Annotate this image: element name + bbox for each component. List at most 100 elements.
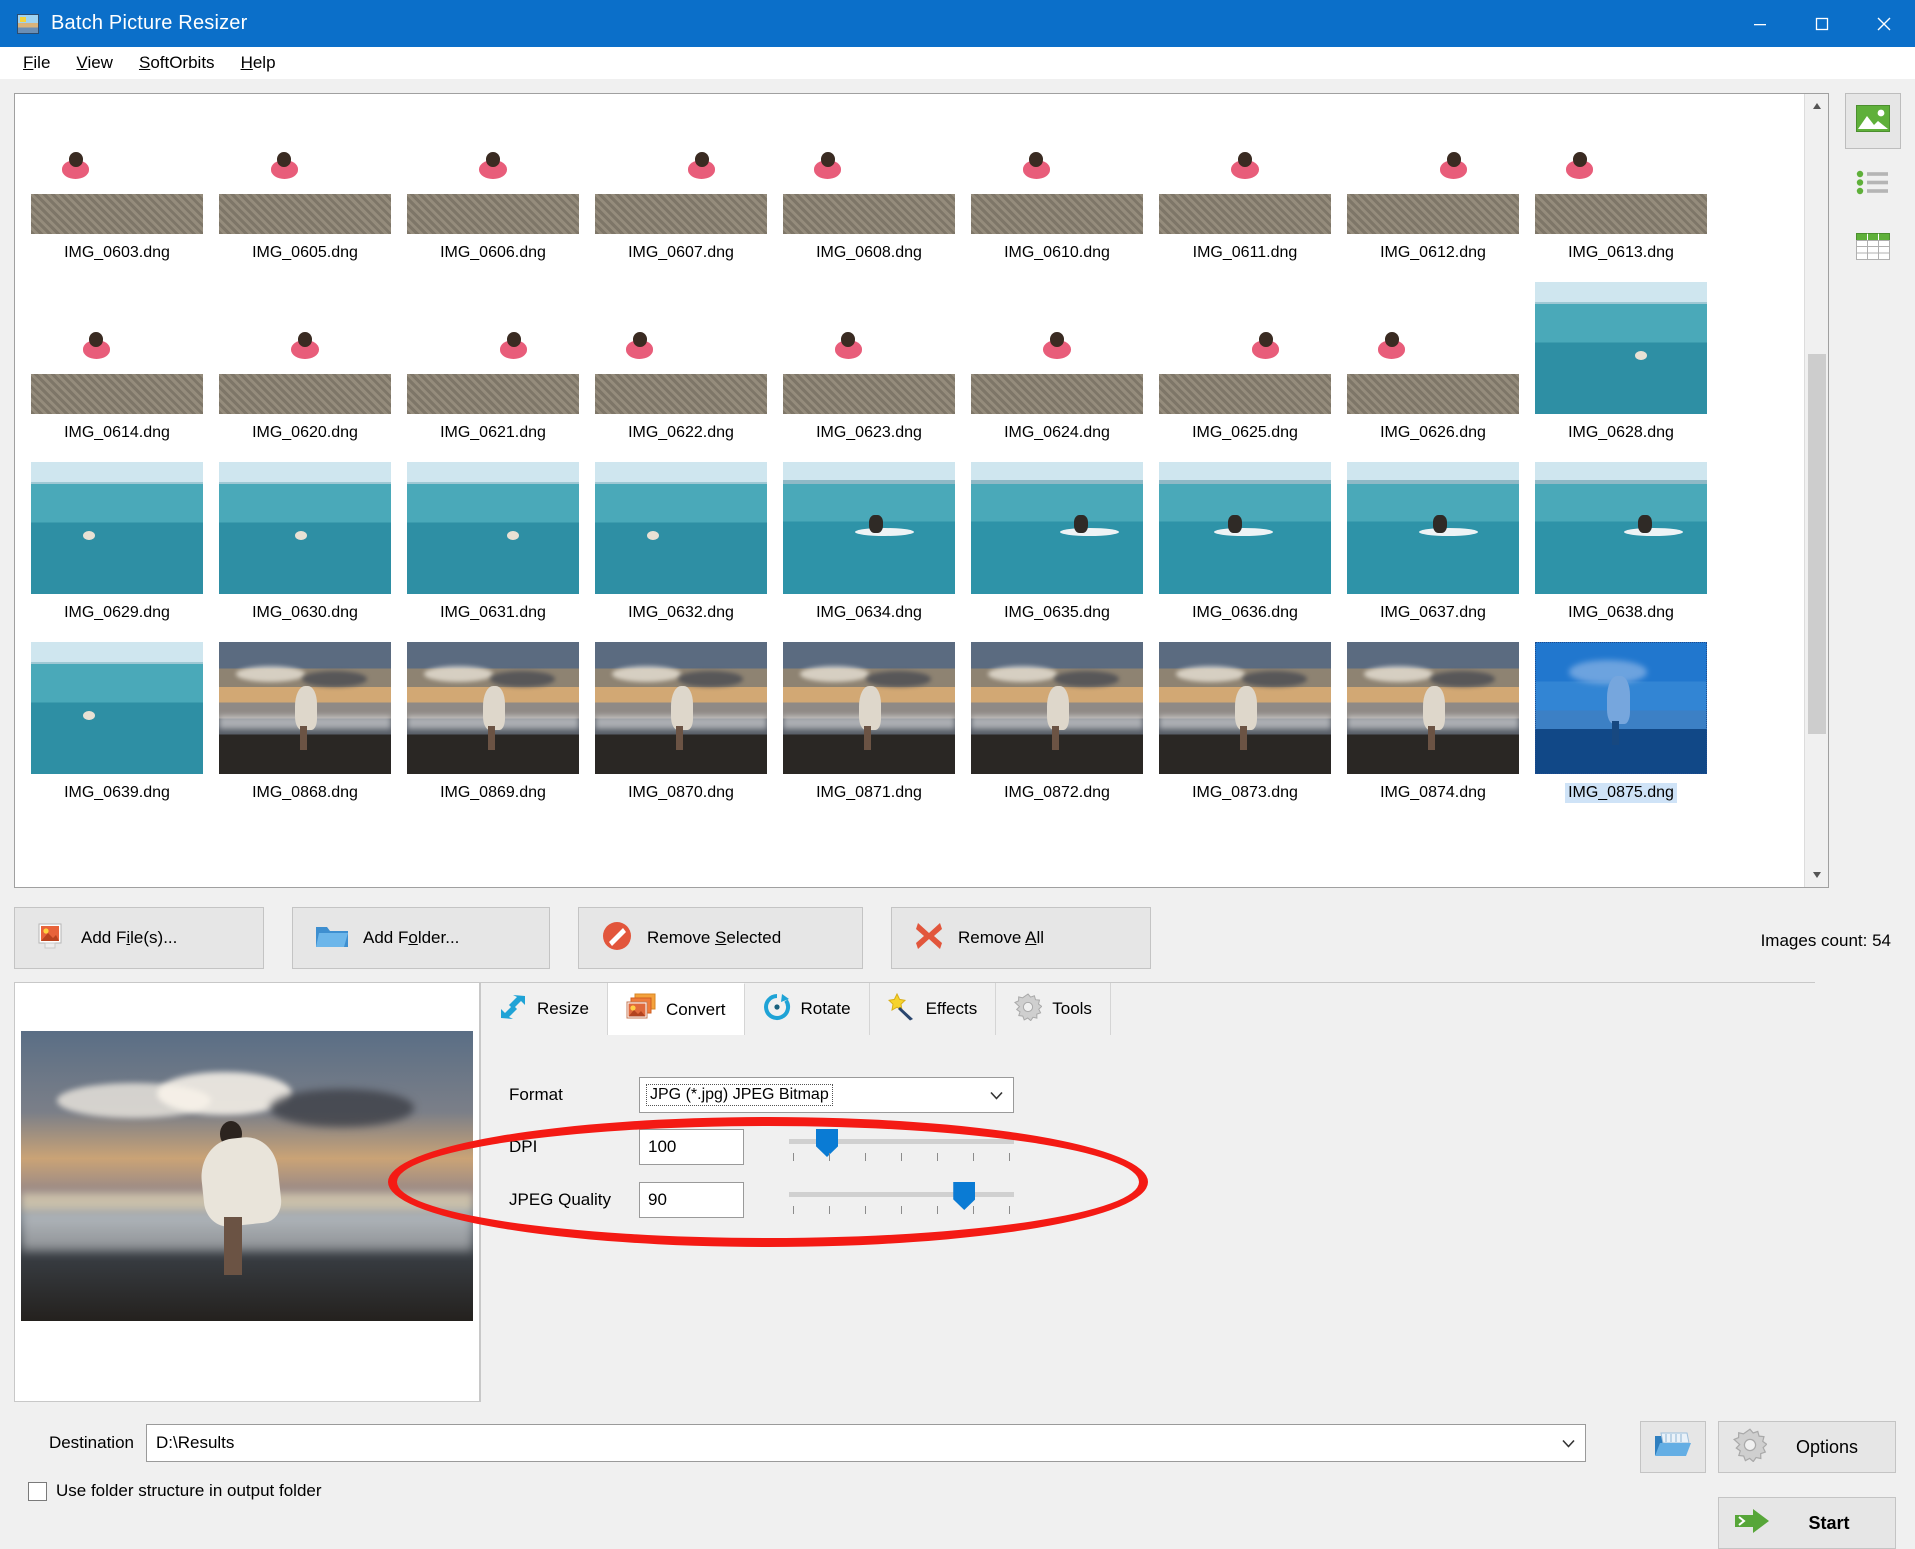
thumbnail-item[interactable]: IMG_0873.dng — [1151, 642, 1339, 822]
thumbnail-image — [971, 642, 1143, 774]
thumbnail-item[interactable]: IMG_0875.dng — [1527, 642, 1715, 822]
details-view-button[interactable] — [1845, 221, 1901, 277]
use-folder-structure-checkbox[interactable] — [28, 1481, 47, 1501]
thumbnail-item[interactable]: IMG_0603.dng — [23, 102, 211, 282]
thumbnail-item[interactable]: IMG_0868.dng — [211, 642, 399, 822]
thumbnail-item[interactable]: IMG_0607.dng — [587, 102, 775, 282]
gear-icon — [1732, 1427, 1768, 1467]
use-folder-structure-row[interactable]: Use folder structure in output folder — [28, 1481, 322, 1501]
destination-input[interactable]: D:\Results — [146, 1424, 1586, 1462]
add-folder-button[interactable]: Add Folder... — [292, 907, 550, 969]
thumbnail-item[interactable]: IMG_0623.dng — [775, 282, 963, 462]
thumbnail-label: IMG_0612.dng — [1380, 244, 1486, 261]
thumbnail-item[interactable]: IMG_0628.dng — [1527, 282, 1715, 462]
thumbnail-item[interactable]: IMG_0639.dng — [23, 642, 211, 822]
settings-tabs: Resize Convert Rotate Effects Tools — [481, 983, 1111, 1035]
minimize-icon[interactable] — [1729, 0, 1791, 47]
menu-item-file[interactable]: File — [10, 50, 63, 76]
format-label: Format — [509, 1085, 563, 1104]
format-select[interactable]: JPG (*.jpg) JPEG Bitmap — [639, 1077, 1014, 1113]
thumbnail-item[interactable]: IMG_0632.dng — [587, 462, 775, 642]
chevron-down-icon[interactable] — [979, 1078, 1013, 1112]
thumbnail-label: IMG_0628.dng — [1568, 424, 1674, 441]
thumbnail-item[interactable]: IMG_0638.dng — [1527, 462, 1715, 642]
thumbnail-item[interactable]: IMG_0610.dng — [963, 102, 1151, 282]
thumbnail-image — [31, 462, 203, 594]
add-files-button[interactable]: Add File(s)... — [14, 907, 264, 969]
thumbnail-label: IMG_0637.dng — [1380, 604, 1486, 621]
dpi-row: DPI 100 — [509, 1127, 1014, 1167]
thumbnail-item[interactable]: IMG_0613.dng — [1527, 102, 1715, 282]
thumbnail-image — [971, 282, 1143, 414]
destination-row: Destination D:\Results — [14, 1424, 1586, 1462]
maximize-icon[interactable] — [1791, 0, 1853, 47]
thumbnail-item[interactable]: IMG_0630.dng — [211, 462, 399, 642]
jpeg-quality-slider[interactable] — [789, 1180, 1014, 1220]
thumbnail-item[interactable]: IMG_0611.dng — [1151, 102, 1339, 282]
dpi-input[interactable]: 100 — [639, 1129, 744, 1165]
thumbnail-item[interactable]: IMG_0625.dng — [1151, 282, 1339, 462]
tab-tools[interactable]: Tools — [996, 983, 1111, 1035]
gear-icon — [1014, 992, 1043, 1026]
thumbnail-item[interactable]: IMG_0605.dng — [211, 102, 399, 282]
thumbnails-view-button[interactable] — [1845, 93, 1901, 149]
scroll-down-icon[interactable] — [1805, 863, 1828, 887]
thumbnail-item[interactable]: IMG_0606.dng — [399, 102, 587, 282]
thumbnail-item[interactable]: IMG_0629.dng — [23, 462, 211, 642]
tab-convert[interactable]: Convert — [607, 983, 745, 1035]
thumbnail-item[interactable]: IMG_0620.dng — [211, 282, 399, 462]
thumbnail-image — [219, 462, 391, 594]
browse-folder-button[interactable] — [1640, 1421, 1706, 1473]
thumbnail-label: IMG_0630.dng — [252, 604, 358, 621]
images-count-label: Images count: 54 — [1760, 931, 1891, 950]
thumbnail-image — [1159, 642, 1331, 774]
remove-selected-button[interactable]: Remove Selected — [578, 907, 863, 969]
thumbnail-image — [1347, 102, 1519, 234]
thumbnail-scrollbar[interactable] — [1804, 94, 1828, 887]
remove-all-button[interactable]: Remove All — [891, 907, 1151, 969]
thumbnail-item[interactable]: IMG_0622.dng — [587, 282, 775, 462]
destination-value: D:\Results — [156, 1433, 235, 1452]
scroll-up-icon[interactable] — [1805, 94, 1828, 118]
menu-item-view[interactable]: View — [63, 50, 126, 76]
chevron-down-icon[interactable] — [1551, 1425, 1585, 1461]
scrollbar-track[interactable] — [1805, 118, 1828, 863]
menu-item-help[interactable]: Help — [228, 50, 289, 76]
rotate-icon — [763, 993, 791, 1026]
thumbnail-item[interactable]: IMG_0621.dng — [399, 282, 587, 462]
tab-effects[interactable]: Effects — [869, 983, 997, 1035]
thumbnail-item[interactable]: IMG_0612.dng — [1339, 102, 1527, 282]
thumbnail-item[interactable]: IMG_0870.dng — [587, 642, 775, 822]
list-view-button[interactable] — [1845, 157, 1901, 213]
thumbnail-item[interactable]: IMG_0634.dng — [775, 462, 963, 642]
thumbnail-item[interactable]: IMG_0636.dng — [1151, 462, 1339, 642]
thumbnail-item[interactable]: IMG_0869.dng — [399, 642, 587, 822]
start-button[interactable]: Start — [1718, 1497, 1896, 1549]
thumbnail-item[interactable]: IMG_0614.dng — [23, 282, 211, 462]
thumbnail-label: IMG_0638.dng — [1568, 604, 1674, 621]
thumbnail-item[interactable]: IMG_0871.dng — [775, 642, 963, 822]
scrollbar-thumb[interactable] — [1808, 354, 1826, 734]
tab-resize[interactable]: Resize — [481, 983, 608, 1035]
thumbnail-item[interactable]: IMG_0872.dng — [963, 642, 1151, 822]
close-icon[interactable] — [1853, 0, 1915, 47]
thumbnail-item[interactable]: IMG_0624.dng — [963, 282, 1151, 462]
jpeg-quality-input[interactable]: 90 — [639, 1182, 744, 1218]
tab-rotate[interactable]: Rotate — [744, 983, 870, 1035]
thumbnail-item[interactable]: IMG_0637.dng — [1339, 462, 1527, 642]
thumbnail-item[interactable]: IMG_0626.dng — [1339, 282, 1527, 462]
add-files-label: Add File(s)... — [81, 928, 178, 947]
thumbnail-item[interactable]: IMG_0608.dng — [775, 102, 963, 282]
thumbnail-list[interactable]: IMG_0603.dng IMG_0605.dng IMG_0606.dng I… — [14, 93, 1829, 888]
format-row: Format JPG (*.jpg) JPEG Bitmap — [509, 1077, 1014, 1113]
options-button[interactable]: Options — [1718, 1421, 1896, 1473]
thumbnail-item[interactable]: IMG_0635.dng — [963, 462, 1151, 642]
dpi-slider[interactable] — [789, 1127, 1014, 1167]
thumbnail-item[interactable]: IMG_0874.dng — [1339, 642, 1527, 822]
thumbnail-item[interactable]: IMG_0631.dng — [399, 462, 587, 642]
view-mode-toolbar — [1845, 93, 1903, 285]
thumbnail-label: IMG_0871.dng — [816, 784, 922, 801]
menu-item-help-label: elp — [252, 53, 276, 72]
menu-item-softorbits[interactable]: SoftOrbits — [126, 50, 228, 76]
thumbnail-label: IMG_0608.dng — [816, 244, 922, 261]
